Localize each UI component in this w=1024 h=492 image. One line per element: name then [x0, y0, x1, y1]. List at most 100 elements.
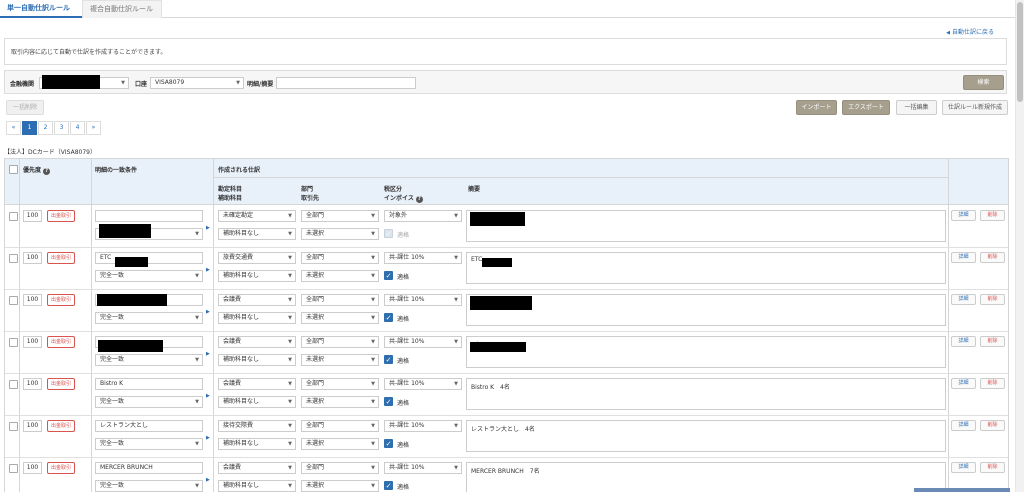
row-checkbox[interactable] — [9, 464, 18, 473]
partner-select[interactable]: 未選択 ▼ — [301, 312, 379, 324]
priority-input[interactable]: 100 — [23, 420, 42, 432]
row-checkbox[interactable] — [9, 422, 18, 431]
memo-textarea[interactable] — [466, 210, 946, 242]
department-select[interactable]: 全部門 ▼ — [301, 252, 379, 264]
account-select[interactable]: 接待交際費 ▼ — [218, 420, 296, 432]
search-button[interactable]: 検索 — [963, 75, 1004, 90]
row-checkbox[interactable] — [9, 338, 18, 347]
priority-input[interactable]: 100 — [23, 378, 42, 390]
invoice-checkbox[interactable]: ✓ — [384, 397, 393, 406]
detail-button[interactable]: 詳細 — [951, 210, 976, 221]
detail-button[interactable]: 詳細 — [951, 378, 976, 389]
account-select[interactable]: VISA8079 ▼ — [150, 77, 244, 89]
priority-input[interactable]: 100 — [23, 462, 42, 474]
priority-input[interactable]: 100 — [23, 252, 42, 264]
priority-input[interactable]: 100 — [23, 336, 42, 348]
delete-button[interactable]: 削除 — [980, 252, 1005, 263]
match-text-input[interactable]: MERCER BRUNCH — [95, 462, 203, 474]
account-select[interactable]: 会議費 ▼ — [218, 462, 296, 474]
tax-select[interactable]: 共-課仕 10% ▼ — [384, 378, 462, 390]
match-type-select[interactable]: 完全一致 ▼ — [95, 438, 203, 450]
sub-account-select[interactable]: 補助科目なし ▼ — [218, 438, 296, 450]
pagination-prev[interactable]: « — [6, 121, 21, 135]
sub-account-select[interactable]: 補助科目なし ▼ — [218, 228, 296, 240]
detail-button[interactable]: 詳細 — [951, 294, 976, 305]
match-type-select[interactable]: 完全一致 ▼ — [95, 354, 203, 366]
account-select[interactable]: 会議費 ▼ — [218, 378, 296, 390]
vertical-scrollbar[interactable] — [1015, 0, 1024, 492]
page-4[interactable]: 4 — [70, 121, 85, 135]
match-text-input[interactable] — [95, 210, 203, 222]
tax-select[interactable]: 共-課仕 10% ▼ — [384, 462, 462, 474]
memo-textarea[interactable]: Bistro K 4名 — [466, 378, 946, 410]
memo-textarea[interactable]: ETC — [466, 252, 946, 284]
delete-button[interactable]: 削除 — [980, 462, 1005, 473]
select-all-checkbox[interactable] — [9, 165, 18, 174]
bulk-edit-button[interactable]: 一括編集 — [896, 100, 937, 115]
bulk-delete-button[interactable]: 一括削除 — [6, 100, 44, 115]
account-select[interactable]: 旅費交通費 ▼ — [218, 252, 296, 264]
match-type-select[interactable]: 完全一致 ▼ — [95, 396, 203, 408]
account-select[interactable]: 会議費 ▼ — [218, 294, 296, 306]
tax-select[interactable]: 共-課仕 10% ▼ — [384, 336, 462, 348]
detail-button[interactable]: 詳細 — [951, 420, 976, 431]
partner-select[interactable]: 未選択 ▼ — [301, 396, 379, 408]
department-select[interactable]: 全部門 ▼ — [301, 462, 379, 474]
partner-select[interactable]: 未選択 ▼ — [301, 438, 379, 450]
partner-select[interactable]: 未選択 ▼ — [301, 354, 379, 366]
sub-account-select[interactable]: 補助科目なし ▼ — [218, 354, 296, 366]
pagination-next[interactable]: » — [86, 121, 101, 135]
back-to-auto-journal-link[interactable]: ◀ 自動仕訳に戻る — [946, 27, 994, 36]
match-text-input[interactable]: Bistro K — [95, 378, 203, 390]
account-select[interactable]: 未確定勘定 ▼ — [218, 210, 296, 222]
delete-button[interactable]: 削除 — [980, 294, 1005, 305]
department-select[interactable]: 全部門 ▼ — [301, 420, 379, 432]
partner-select[interactable]: 未選択 ▼ — [301, 228, 379, 240]
priority-input[interactable]: 100 — [23, 210, 42, 222]
invoice-checkbox[interactable]: ✓ — [384, 271, 393, 280]
invoice-checkbox[interactable]: ✓ — [384, 313, 393, 322]
tax-select[interactable]: 対象外 ▼ — [384, 210, 462, 222]
scrollbar-thumb[interactable] — [1017, 2, 1023, 102]
help-icon[interactable]: ? — [415, 196, 423, 203]
memo-textarea[interactable]: 4名 — [466, 336, 946, 368]
invoice-checkbox[interactable]: ✓ — [384, 355, 393, 364]
sub-account-select[interactable]: 補助科目なし ▼ — [218, 480, 296, 492]
tax-select[interactable]: 共-課仕 10% ▼ — [384, 420, 462, 432]
priority-input[interactable]: 100 — [23, 294, 42, 306]
memo-textarea[interactable]: レストラン大とし 4名 — [466, 420, 946, 452]
department-select[interactable]: 全部門 ▼ — [301, 294, 379, 306]
match-text-input[interactable]: レストラン大とし — [95, 420, 203, 432]
detail-button[interactable]: 詳細 — [951, 336, 976, 347]
sub-account-select[interactable]: 補助科目なし ▼ — [218, 312, 296, 324]
invoice-checkbox[interactable]: ✓ — [384, 439, 393, 448]
memo-textarea[interactable]: MERCER BRUNCH 7名 — [466, 462, 946, 492]
memo-textarea[interactable]: 5名 — [466, 294, 946, 326]
sub-account-select[interactable]: 補助科目なし ▼ — [218, 270, 296, 282]
invoice-checkbox[interactable]: ✓ — [384, 229, 393, 238]
import-button[interactable]: インポート — [796, 100, 837, 115]
horizontal-scrollbar[interactable] — [914, 488, 1010, 492]
invoice-checkbox[interactable]: ✓ — [384, 481, 393, 490]
row-checkbox[interactable] — [9, 380, 18, 389]
match-text-input[interactable]: ETC — [95, 252, 203, 264]
row-checkbox[interactable] — [9, 254, 18, 263]
department-select[interactable]: 全部門 ▼ — [301, 210, 379, 222]
tab-compound-rule[interactable]: 複合自動仕訳ルール — [82, 0, 162, 18]
new-rule-button[interactable]: 仕訳ルール新規作成 — [942, 100, 1008, 115]
match-type-select[interactable]: 完全一致 ▼ — [95, 312, 203, 324]
page-1[interactable]: 1 — [22, 121, 37, 135]
page-2[interactable]: 2 — [38, 121, 53, 135]
help-icon[interactable]: ? — [43, 168, 51, 175]
delete-button[interactable]: 削除 — [980, 210, 1005, 221]
page-3[interactable]: 3 — [54, 121, 69, 135]
delete-button[interactable]: 削除 — [980, 420, 1005, 431]
sub-account-select[interactable]: 補助科目なし ▼ — [218, 396, 296, 408]
partner-select[interactable]: 未選択 ▼ — [301, 270, 379, 282]
tax-select[interactable]: 共-課仕 10% ▼ — [384, 252, 462, 264]
detail-input[interactable] — [276, 77, 416, 89]
delete-button[interactable]: 削除 — [980, 336, 1005, 347]
row-checkbox[interactable] — [9, 212, 18, 221]
tax-select[interactable]: 共-課仕 10% ▼ — [384, 294, 462, 306]
account-select[interactable]: 会議費 ▼ — [218, 336, 296, 348]
